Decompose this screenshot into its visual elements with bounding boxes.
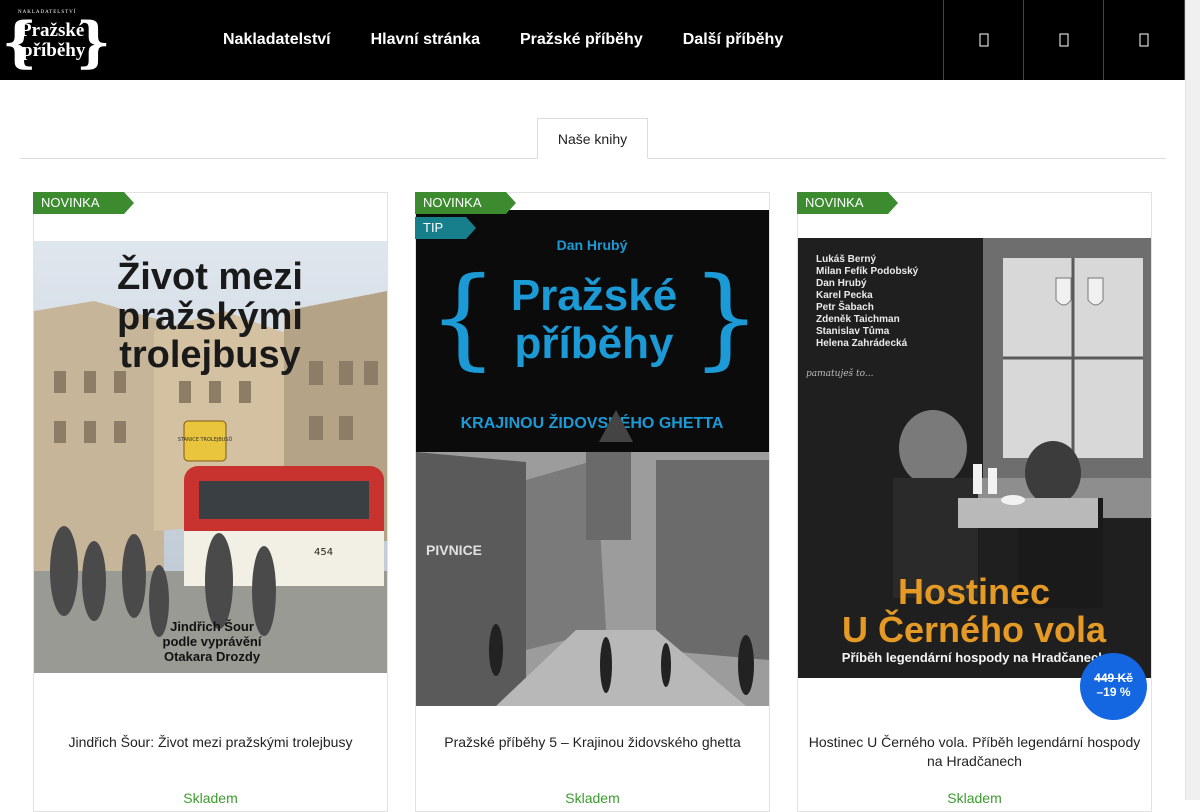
site-logo[interactable]: NAKLADATELSTVÍ { Pražské příběhy }	[2, 9, 111, 71]
nav-item-hlavni-stranka[interactable]: Hlavní stránka	[351, 31, 500, 49]
cover-author-line3: Otakara Drozdy	[164, 649, 261, 664]
cover-author: Stanislav Tůma	[816, 325, 890, 337]
main-navigation: Nakladatelství Hlavní stránka Pražské př…	[203, 0, 803, 80]
site-header: NAKLADATELSTVÍ { Pražské příběhy } Nakla…	[0, 0, 1185, 80]
book-cover-trolejbusy: 454 STANICE TROLEJBUSŮ Život mezi pražsk…	[34, 241, 387, 673]
product-card[interactable]: Dan Hrubý { } Pražské příběhy KRAJINOU Ž…	[415, 192, 770, 812]
flag-tip: TIP	[415, 217, 476, 239]
product-image[interactable]: Lukáš Berný Milan Fefík Podobský Dan Hru…	[798, 238, 1151, 678]
nav-item-prazske-pribehy[interactable]: Pražské příběhy	[500, 31, 663, 49]
cover-author-line1: Jindřich Šour	[170, 619, 254, 634]
cover-title-line2: U Černého vola	[842, 608, 1107, 650]
logo-line-1: Pražské	[20, 20, 85, 41]
header-actions	[943, 0, 1185, 80]
cover-author: Dan Hrubý	[816, 278, 867, 289]
search-button[interactable]	[943, 0, 1023, 80]
cover-author: Dan Hrubý	[557, 237, 628, 253]
cover-author: Helena Zahrádecká	[816, 338, 908, 349]
cover-brace-left: {	[428, 253, 498, 381]
cover-author: Zdeněk Taichman	[816, 314, 900, 325]
cover-author: Milan Fefík Podobský	[816, 266, 919, 277]
cart-button[interactable]	[1103, 0, 1185, 80]
stock-status: Skladem	[183, 790, 238, 806]
cover-author: Karel Pecka	[816, 290, 873, 301]
logo-brace-right: }	[76, 10, 111, 74]
old-price: 449 Kč	[1094, 671, 1133, 685]
cover-author-line2: podle vyprávění	[163, 634, 262, 649]
stock-status: Skladem	[565, 790, 620, 806]
login-button[interactable]	[1023, 0, 1103, 80]
cover-subtitle: KRAJINOU ŽIDOVSKÉHO GHETTA	[461, 413, 724, 432]
product-card[interactable]: 454 STANICE TROLEJBUSŮ Život mezi pražsk…	[33, 192, 388, 812]
book-cover-ghetto: Dan Hrubý { } Pražské příběhy KRAJINOU Ž…	[416, 210, 769, 706]
flag-new: NOVINKA	[797, 192, 898, 214]
flag-new: NOVINKA	[33, 192, 134, 214]
cover-title-line2: pražskými	[117, 296, 303, 338]
nav-item-nakladatelstvi[interactable]: Nakladatelství	[203, 31, 351, 49]
cover-author: Petr Šabach	[816, 300, 874, 313]
scrollbar-track[interactable]	[1185, 0, 1200, 800]
product-card[interactable]: Lukáš Berný Milan Fefík Podobský Dan Hru…	[797, 192, 1152, 812]
cover-brace-right: }	[691, 253, 761, 381]
product-name[interactable]: Pražské příběhy 5 – Krajinou židovského …	[426, 733, 759, 752]
cover-subtitle: Příběh legendární hospody na Hradčanech	[842, 650, 1106, 665]
cover-sign: PIVNICE	[426, 542, 482, 558]
product-tabs: Naše knihy	[20, 118, 1166, 159]
cover-handwriting: pamatuješ to...	[806, 368, 874, 379]
product-name[interactable]: Hostinec U Černého vola. Příběh legendár…	[808, 733, 1141, 771]
cover-title-line3: trolejbusy	[119, 334, 301, 376]
product-image[interactable]: 454 STANICE TROLEJBUSŮ Život mezi pražsk…	[34, 241, 387, 673]
bus-number: 454	[314, 547, 333, 558]
cover-title-line2: příběhy	[515, 319, 674, 368]
cover-title-line1: Pražské	[511, 271, 677, 320]
product-image[interactable]: Dan Hrubý { } Pražské příběhy KRAJINOU Ž…	[416, 210, 769, 706]
flag-new: NOVINKA	[415, 192, 516, 214]
cover-author: Lukáš Berný	[816, 254, 876, 265]
cover-title-line1: Život mezi	[117, 254, 303, 298]
nav-item-dalsi-pribehy[interactable]: Další příběhy	[663, 31, 803, 49]
cart-icon	[1139, 33, 1149, 47]
discount-badge: 449 Kč –19 %	[1080, 653, 1147, 720]
user-icon	[1059, 33, 1068, 47]
tab-nase-knihy[interactable]: Naše knihy	[537, 118, 648, 159]
stock-status: Skladem	[947, 790, 1002, 806]
cover-title-line1: Hostinec	[898, 571, 1050, 612]
discount-percent: –19 %	[1096, 685, 1131, 699]
stop-sign-text: STANICE TROLEJBUSŮ	[178, 436, 233, 443]
product-name[interactable]: Jindřich Šour: Život mezi pražskými trol…	[44, 733, 377, 752]
search-icon	[979, 33, 988, 47]
book-cover-cerny-vul: Lukáš Berný Milan Fefík Podobský Dan Hru…	[798, 238, 1151, 678]
